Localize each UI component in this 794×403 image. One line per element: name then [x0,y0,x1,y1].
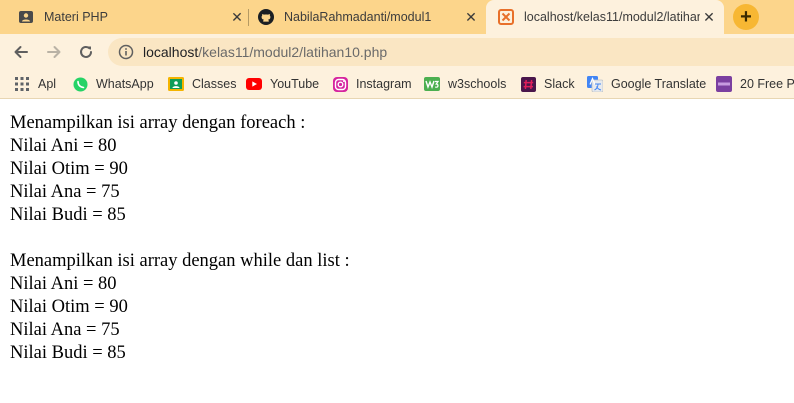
google-translate-icon [587,76,603,92]
while-list-line: Nilai Ani = 80 [10,274,117,294]
arrow-right-icon [47,46,61,58]
page-viewport: Menampilkan isi array dengan foreach : N… [0,100,794,403]
arrow-left-icon [14,46,28,58]
bookmark-label: Classes [192,77,237,91]
while-list-line: Nilai Budi = 85 [10,343,126,363]
bookmark-label: Google Translate [611,77,707,91]
bookmark-slack[interactable]: Slack [520,76,575,92]
url-host: localhost [143,44,199,60]
tab-title: localhost/kelas11/modul2/latihan10.php [524,10,700,24]
classroom-icon [168,76,184,92]
bookmark-w3schools[interactable]: w3schools [424,76,506,92]
foreach-line: Nilai Ana = 75 [10,182,120,202]
whatsapp-icon [72,76,88,92]
foreach-line: Nilai Ani = 80 [10,136,117,156]
bookmark-label: WhatsApp [96,77,154,91]
section-heading-foreach: Menampilkan isi array dengan foreach : [10,113,306,133]
foreach-line: Nilai Otim = 90 [10,159,128,179]
reload-button[interactable] [75,41,97,63]
bookmark-apl[interactable]: Apl [14,76,56,92]
colorlib-icon [716,76,732,92]
bookmarks-bar: Apl WhatsApp Classes YouTube Instagram w… [0,70,794,99]
page-content: Menampilkan isi array dengan foreach : N… [10,112,350,365]
xampp-icon [498,9,514,25]
url-path: /kelas11/modul2/latihan10.php [198,44,388,60]
close-icon[interactable]: ✕ [464,10,478,24]
browser-toolbar: localhost/kelas11/modul2/latihan10.php [0,34,794,70]
tab-strip-end [770,0,794,34]
bookmark-label: Apl [38,77,57,91]
tab-title: NabilaRahmadanti/modul1 [284,10,432,24]
back-button[interactable] [10,41,32,63]
bookmark-label: Instagram [356,77,412,91]
bookmark-label: 20 Free Pe [740,77,794,91]
new-tab-button[interactable]: + [733,4,759,30]
close-icon[interactable]: ✕ [230,10,244,24]
slack-icon [520,76,536,92]
bookmark-instagram[interactable]: Instagram [332,76,412,92]
section-heading-while-list: Menampilkan isi array dengan while dan l… [10,251,350,271]
foreach-line: Nilai Budi = 85 [10,205,126,225]
reload-icon [80,45,92,58]
bookmark-20-free-pe[interactable]: 20 Free Pe [716,76,794,92]
tab-title: Materi PHP [44,10,108,24]
youtube-icon [246,76,262,92]
address-bar[interactable]: localhost/kelas11/modul2/latihan10.php [108,38,794,66]
instagram-icon [332,76,348,92]
forward-button[interactable] [43,41,65,63]
profile-card-icon [18,9,34,25]
bookmark-whatsapp[interactable]: WhatsApp [72,76,154,92]
info-icon[interactable] [118,44,134,60]
bookmark-youtube[interactable]: YouTube [246,76,319,92]
w3schools-icon [424,76,440,92]
tab-github[interactable]: NabilaRahmadanti/modul1 ✕ [258,0,478,34]
tab-separator [248,9,249,26]
github-icon [258,9,274,25]
close-icon[interactable]: ✕ [702,10,716,24]
bookmark-classes[interactable]: Classes [168,76,236,92]
bookmark-google-translate[interactable]: Google Translate [587,76,706,92]
bookmark-label: w3schools [448,77,507,91]
while-list-line: Nilai Otim = 90 [10,297,128,317]
tab-localhost-active[interactable]: localhost/kelas11/modul2/latihan10.php ✕ [486,0,724,34]
while-list-line: Nilai Ana = 75 [10,320,120,340]
bookmark-label: YouTube [270,77,320,91]
tab-strip: Materi PHP ✕ NabilaRahmadanti/modul1 ✕ l… [0,0,794,34]
url-text[interactable]: localhost/kelas11/modul2/latihan10.php [143,44,387,60]
bookmark-label: Slack [544,77,575,91]
apps-grid-icon [14,76,30,92]
tab-materi-php[interactable]: Materi PHP ✕ [18,0,244,34]
